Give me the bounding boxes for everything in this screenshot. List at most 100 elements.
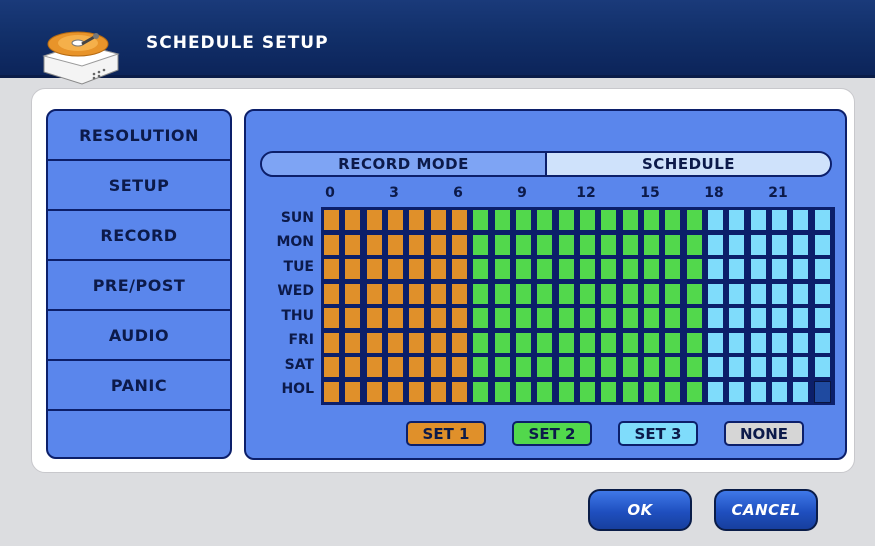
schedule-cell[interactable] (409, 283, 425, 304)
schedule-cell[interactable] (814, 332, 830, 353)
schedule-cell[interactable] (388, 234, 403, 255)
set-3-button[interactable]: SET 3 (618, 421, 698, 446)
schedule-cell[interactable] (388, 332, 403, 353)
schedule-cell[interactable] (409, 357, 425, 377)
set-2-button[interactable]: SET 2 (512, 421, 592, 446)
schedule-cell[interactable] (580, 308, 595, 328)
schedule-cell[interactable] (388, 357, 403, 377)
schedule-cell[interactable] (366, 357, 382, 377)
schedule-cell[interactable] (771, 283, 787, 304)
schedule-cell[interactable] (366, 283, 382, 304)
schedule-cell[interactable] (643, 259, 659, 279)
schedule-cell[interactable] (580, 259, 595, 279)
schedule-cell[interactable] (366, 381, 382, 402)
schedule-cell[interactable] (686, 259, 702, 279)
schedule-cell[interactable] (494, 381, 510, 402)
schedule-cell[interactable] (537, 381, 553, 402)
schedule-cell[interactable] (324, 332, 339, 353)
schedule-cell[interactable] (537, 210, 553, 230)
schedule-cell[interactable] (580, 332, 595, 353)
schedule-cell[interactable] (580, 283, 595, 304)
schedule-cell[interactable] (771, 259, 787, 279)
schedule-cell[interactable] (601, 308, 617, 328)
schedule-cell[interactable] (473, 308, 489, 328)
schedule-cell[interactable] (324, 259, 339, 279)
schedule-cell[interactable] (814, 357, 830, 377)
schedule-cell[interactable] (707, 381, 723, 402)
schedule-cell[interactable] (324, 210, 339, 230)
schedule-cell[interactable] (750, 210, 766, 230)
schedule-cell[interactable] (750, 259, 766, 279)
schedule-cell[interactable] (388, 259, 403, 279)
schedule-cell[interactable] (750, 283, 766, 304)
schedule-cell[interactable] (580, 357, 595, 377)
schedule-cell[interactable] (537, 332, 553, 353)
schedule-cell[interactable] (366, 210, 382, 230)
schedule-cell[interactable] (665, 357, 681, 377)
schedule-cell[interactable] (430, 210, 446, 230)
schedule-cell[interactable] (793, 357, 809, 377)
schedule-cell[interactable] (473, 234, 489, 255)
schedule-cell[interactable] (622, 283, 638, 304)
tab-schedule[interactable]: SCHEDULE (547, 153, 830, 175)
schedule-cell[interactable] (643, 308, 659, 328)
schedule-cell[interactable] (494, 259, 510, 279)
schedule-cell[interactable] (366, 259, 382, 279)
schedule-cell[interactable] (729, 210, 745, 230)
schedule-cell[interactable] (665, 234, 681, 255)
cancel-button[interactable]: CANCEL (714, 489, 818, 531)
schedule-cell[interactable] (814, 234, 830, 255)
schedule-cell[interactable] (516, 259, 531, 279)
schedule-cell[interactable] (494, 210, 510, 230)
schedule-cell[interactable] (686, 210, 702, 230)
schedule-cell[interactable] (558, 332, 574, 353)
schedule-cell[interactable] (430, 259, 446, 279)
schedule-cell[interactable] (643, 210, 659, 230)
schedule-cell[interactable] (409, 308, 425, 328)
schedule-cell[interactable] (558, 259, 574, 279)
schedule-cell[interactable] (601, 259, 617, 279)
schedule-cell[interactable] (366, 308, 382, 328)
schedule-cell[interactable] (665, 381, 681, 402)
schedule-cell[interactable] (516, 283, 531, 304)
schedule-cell[interactable] (707, 283, 723, 304)
schedule-cell[interactable] (665, 283, 681, 304)
schedule-cell[interactable] (558, 381, 574, 402)
schedule-cell[interactable] (452, 259, 467, 279)
schedule-cell[interactable] (771, 210, 787, 230)
schedule-cell[interactable] (729, 308, 745, 328)
schedule-cell[interactable] (473, 210, 489, 230)
schedule-cell[interactable] (686, 308, 702, 328)
schedule-cell[interactable] (324, 308, 339, 328)
schedule-cell[interactable] (494, 308, 510, 328)
schedule-cell[interactable] (707, 332, 723, 353)
schedule-cell[interactable] (473, 332, 489, 353)
schedule-cell[interactable] (452, 210, 467, 230)
schedule-cell[interactable] (452, 381, 467, 402)
schedule-cell[interactable] (537, 259, 553, 279)
schedule-cell[interactable] (601, 234, 617, 255)
schedule-cell[interactable] (430, 283, 446, 304)
schedule-cell[interactable] (814, 259, 830, 279)
schedule-cell[interactable] (750, 308, 766, 328)
schedule-cell[interactable] (793, 381, 809, 402)
schedule-cell[interactable] (686, 381, 702, 402)
schedule-cell[interactable] (771, 308, 787, 328)
schedule-cell[interactable] (537, 308, 553, 328)
schedule-cell[interactable] (494, 234, 510, 255)
schedule-cell[interactable] (558, 210, 574, 230)
schedule-cell[interactable] (814, 283, 830, 304)
none-button[interactable]: NONE (724, 421, 804, 446)
schedule-cell[interactable] (707, 210, 723, 230)
schedule-cell[interactable] (729, 332, 745, 353)
schedule-cell[interactable] (622, 210, 638, 230)
schedule-cell[interactable] (686, 234, 702, 255)
schedule-cell[interactable] (580, 381, 595, 402)
schedule-cell[interactable] (345, 357, 361, 377)
schedule-cell[interactable] (813, 380, 831, 403)
schedule-cell[interactable] (324, 283, 339, 304)
schedule-cell[interactable] (452, 308, 467, 328)
schedule-cell[interactable] (409, 381, 425, 402)
schedule-cell[interactable] (793, 210, 809, 230)
schedule-cell[interactable] (345, 332, 361, 353)
